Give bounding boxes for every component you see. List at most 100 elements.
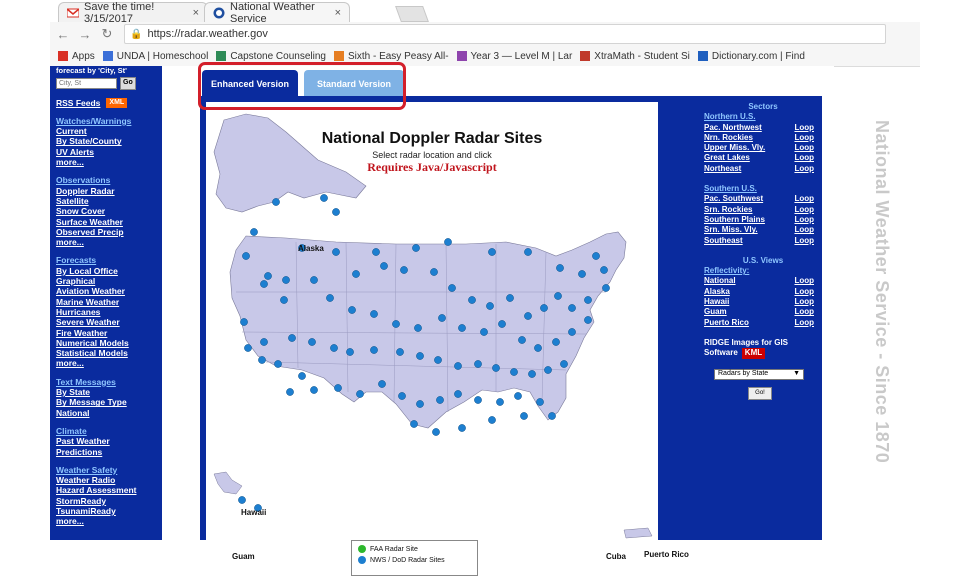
new-tab-button[interactable]	[395, 6, 429, 22]
radar-site-dot[interactable]	[524, 248, 532, 256]
radar-site-dot[interactable]	[310, 276, 318, 284]
radar-site-dot[interactable]	[352, 270, 360, 278]
radar-site-dot[interactable]	[260, 338, 268, 346]
radar-site-dot[interactable]	[540, 304, 548, 312]
loop-link[interactable]: Loop	[794, 297, 814, 307]
nav-link[interactable]: Statistical Models	[56, 348, 162, 358]
nav-link[interactable]: Hazard Assessment	[56, 485, 162, 495]
nav-link[interactable]: TsunamiReady	[56, 506, 162, 516]
sector-link[interactable]: Pac. Northwest	[704, 123, 762, 133]
city-input[interactable]	[56, 77, 117, 89]
nav-link[interactable]: Severe Weather	[56, 317, 162, 327]
loop-link[interactable]: Loop	[794, 143, 814, 153]
bookmark-item[interactable]: XtraMath - Student Si	[580, 51, 690, 62]
radar-site-dot[interactable]	[584, 296, 592, 304]
nav-link[interactable]: National	[56, 408, 162, 418]
bookmark-item[interactable]: Apps	[58, 51, 95, 62]
radar-site-dot[interactable]	[454, 362, 462, 370]
radar-site-dot[interactable]	[602, 284, 610, 292]
loop-link[interactable]: Loop	[794, 287, 814, 297]
sector-link[interactable]: Hawaii	[704, 297, 729, 307]
radar-site-dot[interactable]	[488, 416, 496, 424]
radar-site-dot[interactable]	[474, 360, 482, 368]
nav-link[interactable]: more...	[56, 516, 162, 526]
loop-link[interactable]: Loop	[794, 153, 814, 163]
radar-site-dot[interactable]	[528, 370, 536, 378]
radar-map[interactable]: National Doppler Radar Sites Select rada…	[206, 102, 689, 576]
nav-link[interactable]: more...	[56, 358, 162, 368]
radar-site-dot[interactable]	[400, 266, 408, 274]
radar-site-dot[interactable]	[552, 338, 560, 346]
radar-site-dot[interactable]	[444, 238, 452, 246]
loop-link[interactable]: Loop	[794, 194, 814, 204]
nav-link[interactable]: By State	[56, 387, 162, 397]
radar-site-dot[interactable]	[412, 244, 420, 252]
nav-section-title[interactable]: Climate	[56, 426, 162, 436]
radar-site-dot[interactable]	[334, 384, 342, 392]
radar-site-dot[interactable]	[288, 334, 296, 342]
back-icon[interactable]: ←	[54, 27, 72, 42]
radar-site-dot[interactable]	[438, 314, 446, 322]
radar-site-dot[interactable]	[584, 316, 592, 324]
kml-badge[interactable]: KML	[741, 348, 766, 359]
radar-site-dot[interactable]	[554, 292, 562, 300]
radar-site-dot[interactable]	[282, 276, 290, 284]
close-icon[interactable]: ×	[193, 7, 199, 19]
nav-link[interactable]: Weather Radio	[56, 475, 162, 485]
radar-site-dot[interactable]	[454, 390, 462, 398]
sector-link[interactable]: Pac. Southwest	[704, 194, 763, 204]
bookmark-item[interactable]: Capstone Counseling	[216, 51, 326, 62]
radar-site-dot[interactable]	[536, 398, 544, 406]
radar-site-dot[interactable]	[600, 266, 608, 274]
radar-site-dot[interactable]	[568, 328, 576, 336]
nav-link[interactable]: Hurricanes	[56, 307, 162, 317]
radar-site-dot[interactable]	[430, 268, 438, 276]
address-bar[interactable]: 🔒 https://radar.weather.gov	[124, 24, 886, 44]
nav-link[interactable]: UV Alerts	[56, 147, 162, 157]
radar-site-dot[interactable]	[458, 424, 466, 432]
radar-site-dot[interactable]	[330, 344, 338, 352]
tab-nws[interactable]: National Weather Service ×	[204, 1, 350, 25]
loop-link[interactable]: Loop	[794, 123, 814, 133]
sector-link[interactable]: Southeast	[704, 236, 743, 246]
nav-link[interactable]: Doppler Radar	[56, 186, 162, 196]
radar-site-dot[interactable]	[506, 294, 514, 302]
nav-link[interactable]: more...	[56, 157, 162, 167]
radar-site-dot[interactable]	[498, 320, 506, 328]
radar-site-dot[interactable]	[298, 372, 306, 380]
radar-site-dot[interactable]	[280, 296, 288, 304]
sector-link[interactable]: Srn. Miss. Vly.	[704, 225, 758, 235]
loop-link[interactable]: Loop	[794, 133, 814, 143]
nav-section-title[interactable]: Weather Safety	[56, 465, 162, 475]
radar-site-dot[interactable]	[240, 318, 248, 326]
nav-link[interactable]: Surface Weather	[56, 217, 162, 227]
radars-by-state-select[interactable]: Radars by State ▼	[714, 368, 804, 380]
radar-site-dot[interactable]	[396, 348, 404, 356]
radar-site-dot[interactable]	[414, 324, 422, 332]
radar-site-dot[interactable]	[378, 380, 386, 388]
radar-site-dot[interactable]	[480, 328, 488, 336]
nav-section-title[interactable]: Observations	[56, 175, 162, 185]
radar-site-dot[interactable]	[286, 388, 294, 396]
loop-link[interactable]: Loop	[794, 225, 814, 235]
nav-link[interactable]: Aviation Weather	[56, 286, 162, 296]
nav-link[interactable]: By Message Type	[56, 397, 162, 407]
radar-site-dot[interactable]	[432, 428, 440, 436]
southern-us-heading[interactable]: Southern U.S.	[704, 184, 822, 194]
radar-site-dot[interactable]	[326, 294, 334, 302]
nav-link[interactable]: Fire Weather	[56, 328, 162, 338]
nav-link[interactable]: StormReady	[56, 496, 162, 506]
radar-site-dot[interactable]	[380, 262, 388, 270]
sector-link[interactable]: Upper Miss. Vly.	[704, 143, 765, 153]
nav-link[interactable]: Current	[56, 126, 162, 136]
go-button[interactable]: Go!	[748, 386, 772, 400]
radar-site-dot[interactable]	[474, 396, 482, 404]
radar-site-dot[interactable]	[510, 368, 518, 376]
radar-site-dot[interactable]	[518, 336, 526, 344]
sector-link[interactable]: Nrn. Rockies	[704, 133, 753, 143]
radar-site-dot[interactable]	[496, 398, 504, 406]
radar-site-dot[interactable]	[272, 198, 280, 206]
radar-site-dot[interactable]	[492, 364, 500, 372]
radar-site-dot[interactable]	[556, 264, 564, 272]
nav-link[interactable]: Satellite	[56, 196, 162, 206]
